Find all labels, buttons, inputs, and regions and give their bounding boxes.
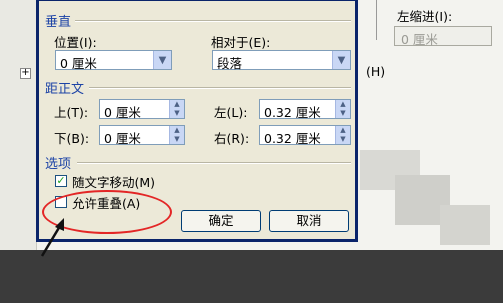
chevron-down-icon[interactable]: ▼ xyxy=(332,51,350,69)
vertical-section-title: 垂直 xyxy=(45,15,72,30)
ok-button[interactable]: 确定 xyxy=(181,210,261,232)
bottom-distance-value: 0 厘米 xyxy=(104,131,141,146)
position-label: 位置(I): xyxy=(54,35,97,50)
position-select[interactable]: 0 厘米 ▼ xyxy=(55,50,172,71)
left-indent-label: 左缩进(I): xyxy=(397,9,453,24)
move-with-text-checkbox[interactable]: ✓ xyxy=(55,175,67,187)
top-distance-value: 0 厘米 xyxy=(104,105,141,120)
position-value: 0 厘米 xyxy=(60,56,97,71)
spinner-arrows-icon[interactable]: ▲ ▼ xyxy=(335,126,350,144)
move-with-text-label: 随文字移动(M) xyxy=(72,175,156,190)
left-indent-value: 0 厘米 xyxy=(401,32,438,47)
left-indent-input[interactable]: 0 厘米 xyxy=(394,26,492,47)
right-distance-spinner[interactable]: 0.32 厘米 ▲ ▼ xyxy=(259,125,351,146)
left-distance-spinner[interactable]: 0.32 厘米 ▲ ▼ xyxy=(259,99,351,120)
h-label: (H) xyxy=(366,64,386,79)
spinner-arrows-icon[interactable]: ▲ ▼ xyxy=(169,126,184,144)
relative-to-label: 相对于(E): xyxy=(211,35,271,50)
annotation-arrow-icon xyxy=(40,218,64,257)
vertical-divider xyxy=(75,20,351,22)
top-distance-spinner[interactable]: 0 厘米 ▲ ▼ xyxy=(99,99,185,120)
options-section-title: 选项 xyxy=(45,157,72,172)
bottom-distance-spinner[interactable]: 0 厘米 ▲ ▼ xyxy=(99,125,185,146)
background-frame-line xyxy=(376,0,377,40)
blur-patch xyxy=(440,205,490,245)
spinner-arrows-icon[interactable]: ▲ ▼ xyxy=(335,100,350,118)
left-distance-value: 0.32 厘米 xyxy=(264,105,321,120)
background-left-panel: + xyxy=(0,0,37,250)
chevron-down-icon[interactable]: ▼ xyxy=(153,51,171,69)
distance-section-title: 距正文 xyxy=(45,82,85,97)
expand-marker: + xyxy=(20,67,31,79)
bottom-distance-label: 下(B): xyxy=(54,131,90,146)
relative-to-value: 段落 xyxy=(217,56,243,71)
options-divider xyxy=(77,162,351,164)
right-distance-label: 右(R): xyxy=(214,131,250,146)
relative-to-select[interactable]: 段落 ▼ xyxy=(212,50,351,71)
cancel-button[interactable]: 取消 xyxy=(269,210,349,232)
spinner-arrows-icon[interactable]: ▲ ▼ xyxy=(169,100,184,118)
top-distance-label: 上(T): xyxy=(54,105,89,120)
distance-divider xyxy=(89,87,351,89)
left-distance-label: 左(L): xyxy=(214,105,248,120)
right-distance-value: 0.32 厘米 xyxy=(264,131,321,146)
